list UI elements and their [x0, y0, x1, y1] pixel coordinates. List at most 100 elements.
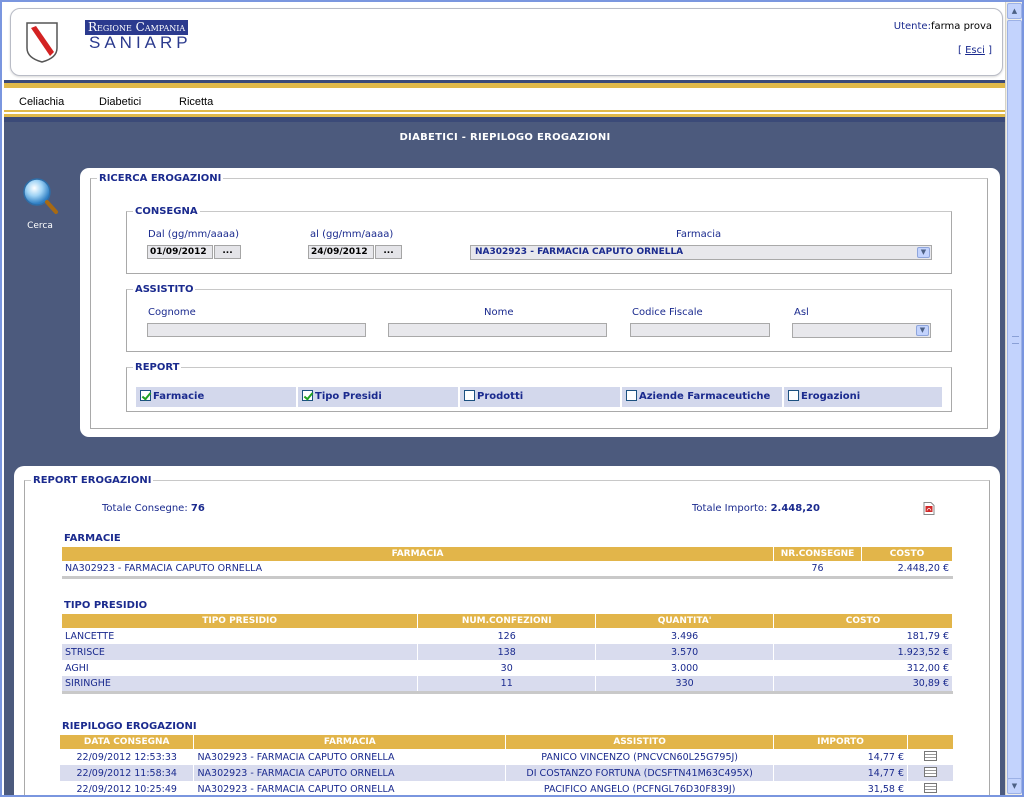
- header-stripe: [4, 80, 1006, 88]
- pharmacy-select[interactable]: NA302923 - FARMACIA CAPUTO ORNELLA ▼: [470, 245, 932, 260]
- farmacie-table: FARMACIA NR.CONSEGNE COSTO NA302923 - FA…: [62, 547, 953, 579]
- report-option-tipo-presidi[interactable]: Tipo Presidi: [298, 387, 458, 407]
- search-panel: RICERCA EROGAZIONI CONSEGNA Dal (gg/mm/a…: [80, 168, 1000, 437]
- cell-confezioni: 138: [417, 644, 597, 660]
- pharmacy-label: Farmacia: [676, 229, 722, 240]
- cell-detail: [907, 781, 954, 795]
- pdf-icon[interactable]: [923, 502, 935, 515]
- report-legend: REPORT EROGAZIONI: [33, 475, 152, 486]
- checkbox-icon[interactable]: [626, 390, 637, 401]
- cell-assistito: PACIFICO ANGELO (PCFNGL76D30F839J): [505, 781, 775, 795]
- brand-app-name: SANIARP: [89, 33, 192, 52]
- cell-costo: 1.923,52 €: [773, 644, 953, 660]
- table-row: 22/09/2012 12:53:33 NA302923 - FARMACIA …: [60, 749, 954, 765]
- report-option-prodotti[interactable]: Prodotti: [460, 387, 620, 407]
- cell-farmacia: NA302923 - FARMACIA CAPUTO ORNELLA: [62, 561, 775, 577]
- logout-link[interactable]: Esci: [965, 45, 985, 56]
- cell-tipo: LANCETTE: [62, 628, 419, 644]
- search-button[interactable]: Cerca: [16, 176, 64, 231]
- report-option-aziende[interactable]: Aziende Farmaceutiche: [622, 387, 782, 407]
- scroll-up-arrow-icon[interactable]: ▲: [1007, 3, 1022, 19]
- detail-document-icon[interactable]: [924, 766, 937, 777]
- date-from-input[interactable]: 01/09/2012: [147, 245, 213, 259]
- detail-document-icon[interactable]: [924, 750, 937, 761]
- table-row: STRISCE 138 3.570 1.923,52 €: [62, 644, 953, 660]
- cell-importo: 31,58 €: [773, 781, 908, 795]
- asl-label: Asl: [794, 307, 809, 318]
- vertical-scrollbar[interactable]: ▲ ▼: [1005, 2, 1022, 795]
- checkbox-icon[interactable]: [464, 390, 475, 401]
- date-to-label: al (gg/mm/aaaa): [310, 229, 394, 240]
- report-option-farmacie[interactable]: Farmacie: [136, 387, 296, 407]
- menu-item-diabetici[interactable]: Diabetici: [99, 96, 141, 108]
- table-row: LANCETTE 126 3.496 181,79 €: [62, 628, 953, 644]
- table-row: SIRINGHE 11 330 30,89 €: [62, 676, 953, 692]
- date-to-input[interactable]: 24/09/2012: [308, 245, 374, 259]
- grip-icon: [1012, 336, 1019, 344]
- total-deliveries-value: 76: [190, 503, 205, 514]
- scroll-down-arrow-icon[interactable]: ▼: [1007, 778, 1022, 794]
- checkbox-checked-icon[interactable]: [140, 390, 151, 401]
- cell-detail: [907, 765, 954, 781]
- farmacie-title: FARMACIE: [64, 533, 121, 544]
- report-options-row: Farmacie Tipo Presidi Prodotti Aziende F…: [136, 387, 942, 407]
- col-header-costo: COSTO: [861, 547, 953, 561]
- col-header-tipo-presidio: TIPO PRESIDIO: [62, 614, 419, 628]
- regione-campania-logo: [26, 22, 58, 63]
- codice-fiscale-input[interactable]: [630, 323, 770, 337]
- col-header-quantita: QUANTITA': [595, 614, 775, 628]
- report-option-label: Farmacie: [153, 391, 205, 402]
- search-button-label: Cerca: [27, 221, 53, 231]
- user-name: farma prova: [930, 21, 992, 32]
- cell-importo: 14,77 €: [773, 749, 908, 765]
- detail-document-icon[interactable]: [924, 782, 937, 793]
- col-header-farmacia: FARMACIA: [193, 735, 507, 749]
- date-from-picker-button[interactable]: ...: [214, 245, 241, 259]
- menu-item-ricetta[interactable]: Ricetta: [179, 96, 213, 108]
- main-content: DIABETICI - RIEPILOGO EROGAZIONI Cerca R…: [4, 122, 1006, 795]
- total-amount: Totale Importo: 2.448,20: [692, 503, 820, 514]
- report-option-erogazioni[interactable]: Erogazioni: [784, 387, 942, 407]
- report-options-fieldset: REPORT Farmacie Tipo Presidi Prodotti Az…: [126, 362, 952, 412]
- checkbox-checked-icon[interactable]: [302, 390, 313, 401]
- date-to-picker-button[interactable]: ...: [375, 245, 402, 259]
- cell-tipo: AGHI: [62, 660, 419, 676]
- table-row: 22/09/2012 11:58:34 NA302923 - FARMACIA …: [60, 765, 954, 781]
- cell-quantita: 3.496: [595, 628, 775, 644]
- main-menu: Celiachia Diabetici Ricetta: [4, 88, 1006, 112]
- cell-costo: 181,79 €: [773, 628, 953, 644]
- asl-select[interactable]: ▼: [792, 323, 931, 338]
- date-from-label: Dal (gg/mm/aaaa): [148, 229, 240, 240]
- report-option-label: Tipo Presidi: [315, 391, 382, 402]
- search-fieldset: RICERCA EROGAZIONI CONSEGNA Dal (gg/mm/a…: [90, 173, 988, 429]
- nome-input[interactable]: [388, 323, 607, 337]
- cell-confezioni: 30: [417, 660, 597, 676]
- cell-costo: 30,89 €: [773, 676, 953, 692]
- codice-fiscale-label: Codice Fiscale: [632, 307, 703, 318]
- chevron-down-icon[interactable]: ▼: [916, 325, 929, 336]
- menu-stripe: [4, 114, 1006, 122]
- cell-tipo: STRISCE: [62, 644, 419, 660]
- total-amount-value: 2.448,20: [770, 503, 820, 514]
- checkbox-icon[interactable]: [788, 390, 799, 401]
- col-header-farmacia: FARMACIA: [62, 547, 775, 561]
- cell-quantita: 3.000: [595, 660, 775, 676]
- table-row: AGHI 30 3.000 312,00 €: [62, 660, 953, 676]
- cell-farmacia: NA302923 - FARMACIA CAPUTO ORNELLA: [193, 749, 507, 765]
- cell-tipo: SIRINGHE: [62, 676, 419, 692]
- chevron-down-icon[interactable]: ▼: [917, 247, 930, 258]
- nome-label: Nome: [484, 307, 514, 318]
- scroll-thumb[interactable]: [1007, 20, 1022, 780]
- col-header-assistito: ASSISTITO: [505, 735, 775, 749]
- cell-costo: 312,00 €: [773, 660, 953, 676]
- cell-quantita: 330: [595, 676, 775, 692]
- cell-costo: 2.448,20 €: [861, 561, 953, 577]
- assistito-legend: ASSISTITO: [135, 284, 194, 295]
- menu-item-celiachia[interactable]: Celiachia: [19, 96, 64, 108]
- cognome-input[interactable]: [147, 323, 366, 337]
- col-header-actions: [907, 735, 954, 749]
- table-row: 22/09/2012 10:25:49 NA302923 - FARMACIA …: [60, 781, 954, 795]
- report-panel: REPORT EROGAZIONI Totale Consegne: 76 To…: [14, 466, 1000, 795]
- logout-link-wrap: [ Esci ]: [958, 45, 992, 56]
- consegna-fieldset: CONSEGNA Dal (gg/mm/aaaa) 01/09/2012 ...…: [126, 206, 952, 274]
